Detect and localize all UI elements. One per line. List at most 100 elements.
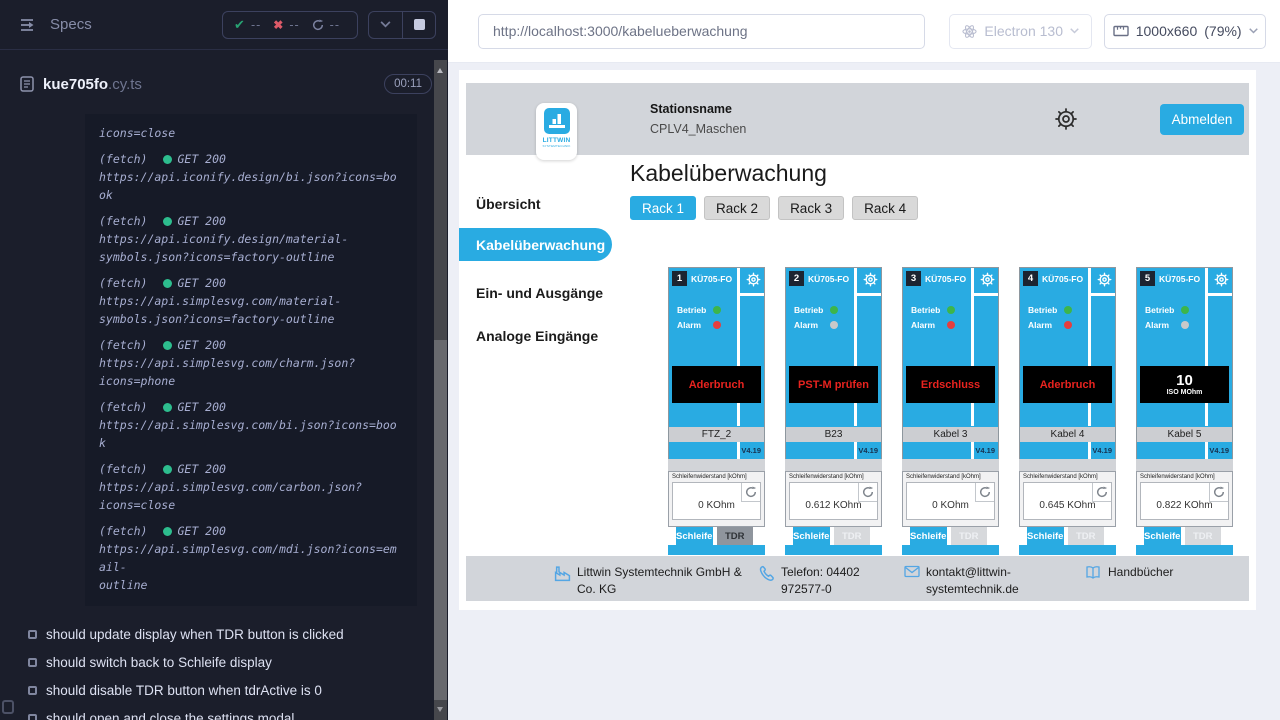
sidebar-item[interactable]: Ein- und Ausgänge [459, 276, 612, 309]
test-item[interactable]: should update display when TDR button is… [0, 620, 448, 648]
device-card: 1 KÜ705-FO Betrieb Alarm [668, 267, 765, 555]
footer-manuals[interactable]: Handbücher [1084, 564, 1173, 601]
device-settings-gear-icon[interactable] [1097, 272, 1112, 287]
http-status: GET 200 [177, 398, 225, 416]
spec-row[interactable]: kue705fo.cy.ts 00:11 [0, 50, 448, 108]
version-band: V4.19 [785, 442, 882, 459]
refresh-icon [979, 486, 991, 498]
panel-scrollbar[interactable] [434, 60, 447, 720]
viewport-select[interactable]: 1000x660 (79%) [1104, 14, 1266, 49]
betrieb-row: Betrieb [911, 305, 955, 315]
refresh-button[interactable] [975, 483, 994, 502]
cable-name: FTZ_2 [668, 427, 765, 442]
device-card-top: 2 KÜ705-FO Betrieb Alarm [785, 267, 882, 427]
mode-buttons: Schleife TDR [1136, 527, 1233, 545]
measurement-label: Schleifenwiderstand [kOhm] [906, 474, 995, 480]
specs-label: Specs [50, 16, 92, 33]
device-model: KÜ705-FO [1159, 274, 1200, 284]
tdr-button[interactable]: TDR [951, 527, 988, 545]
sidebar-item[interactable]: Kabelüberwachung [459, 228, 612, 261]
rack-tab-label: Rack 1 [642, 201, 684, 216]
sidebar-item[interactable]: Übersicht [459, 187, 612, 220]
specs-menu-icon[interactable] [20, 18, 38, 32]
factory-icon [554, 565, 571, 582]
rack-tabs: Rack 1 Rack 2 Rack 3 Ra [630, 196, 1256, 220]
stop-button[interactable] [402, 12, 435, 38]
device-card: 4 KÜ705-FO Betrieb Alarm [1019, 267, 1116, 555]
device-settings-gear-icon[interactable] [863, 272, 878, 287]
betrieb-label: Betrieb [677, 305, 707, 315]
rack-tab[interactable]: Rack 4 [852, 196, 918, 220]
littwin-logo-icon [544, 108, 570, 134]
schleife-button[interactable]: Schleife [1027, 527, 1064, 545]
card-bottom-bar [668, 545, 765, 555]
device-settings-gear-icon[interactable] [746, 272, 761, 287]
version-band: V4.19 [902, 442, 999, 459]
refresh-button[interactable] [858, 483, 877, 502]
tdr-button[interactable]: TDR [1185, 527, 1222, 545]
manuals-label: Handbücher [1108, 564, 1173, 581]
chevron-down-icon [1070, 28, 1079, 34]
http-status: GET 200 [177, 212, 225, 230]
test-item[interactable]: should disable TDR button when tdrActive… [0, 676, 448, 704]
alarm-led [830, 321, 838, 329]
schleife-button[interactable]: Schleife [793, 527, 830, 545]
runner-controls [368, 11, 436, 39]
betrieb-led [1181, 306, 1189, 314]
device-number-badge: 2 [789, 271, 804, 286]
betrieb-label: Betrieb [1145, 305, 1175, 315]
tdr-button[interactable]: TDR [717, 527, 754, 545]
log-entry: (fetch) GET 200 https://api.simplesvg.co… [99, 522, 403, 594]
schleife-button[interactable]: Schleife [1144, 527, 1181, 545]
device-settings-gear-icon[interactable] [1214, 272, 1229, 287]
refresh-button[interactable] [741, 483, 760, 502]
logout-button[interactable]: Abmelden [1160, 104, 1244, 135]
refresh-button[interactable] [1209, 483, 1228, 502]
collapse-button[interactable] [369, 12, 402, 38]
log-entry: (fetch) GET 200 https://api.iconify.desi… [99, 212, 403, 266]
test-item[interactable]: should switch back to Schleife display [0, 648, 448, 676]
spec-timer: 00:11 [384, 74, 432, 94]
spec-name: kue705fo [43, 76, 108, 93]
divider [854, 293, 881, 296]
passed-count: -- [251, 18, 261, 32]
rack-tab[interactable]: Rack 1 [630, 196, 696, 220]
rack-tab[interactable]: Rack 2 [704, 196, 770, 220]
device-settings-gear-icon[interactable] [980, 272, 995, 287]
cable-name: B23 [785, 427, 882, 442]
footer-email[interactable]: kontakt@littwin-systemtechnik.de [904, 564, 1064, 601]
request-url: https://api.simplesvg.com/material- symb… [99, 292, 403, 328]
schleife-button[interactable]: Schleife [676, 527, 713, 545]
measurement-display: 0 KOhm [906, 482, 995, 520]
log-entry: (fetch) GET 200 https://api.simplesvg.co… [99, 460, 403, 514]
device-model: KÜ705-FO [925, 274, 966, 284]
failed-icon: ✖ [273, 18, 283, 32]
url-input[interactable] [478, 14, 925, 49]
alarm-led [947, 321, 955, 329]
browser-select[interactable]: Electron 130 [949, 14, 1092, 49]
rack-tab-label: Rack 3 [790, 201, 832, 216]
status-text: Erdschluss [921, 379, 980, 391]
schleife-button[interactable]: Schleife [910, 527, 947, 545]
tdr-button[interactable]: TDR [1068, 527, 1105, 545]
command-log[interactable]: icons=close (fetch) GET 200 https://api.… [85, 114, 417, 606]
footer-phone: Telefon: 04402 972577-0 [759, 564, 904, 601]
settings-gear-icon[interactable] [1054, 107, 1078, 131]
version-band: V4.19 [1136, 442, 1233, 459]
scrollbar-thumb[interactable] [434, 340, 447, 700]
status-ok-dot [163, 155, 172, 164]
test-item[interactable]: should open and close the settings modal [0, 704, 448, 720]
cable-name: Kabel 5 [1136, 427, 1233, 442]
card-bottom-bar [1136, 545, 1233, 555]
log-entry: (fetch) GET 200 https://api.simplesvg.co… [99, 274, 403, 328]
email-icon [904, 565, 920, 578]
tdr-button[interactable]: TDR [834, 527, 871, 545]
sidebar-item[interactable]: Analoge Eingänge [459, 319, 612, 352]
request-url: https://api.iconify.design/material- sym… [99, 230, 403, 266]
test-title: should update display when TDR button is… [46, 627, 344, 642]
refresh-button[interactable] [1092, 483, 1111, 502]
device-card-top: 3 KÜ705-FO Betrieb Alarm [902, 267, 999, 427]
device-number-badge: 4 [1023, 271, 1038, 286]
log-entry: (fetch) GET 200 https://api.simplesvg.co… [99, 398, 403, 452]
rack-tab[interactable]: Rack 3 [778, 196, 844, 220]
